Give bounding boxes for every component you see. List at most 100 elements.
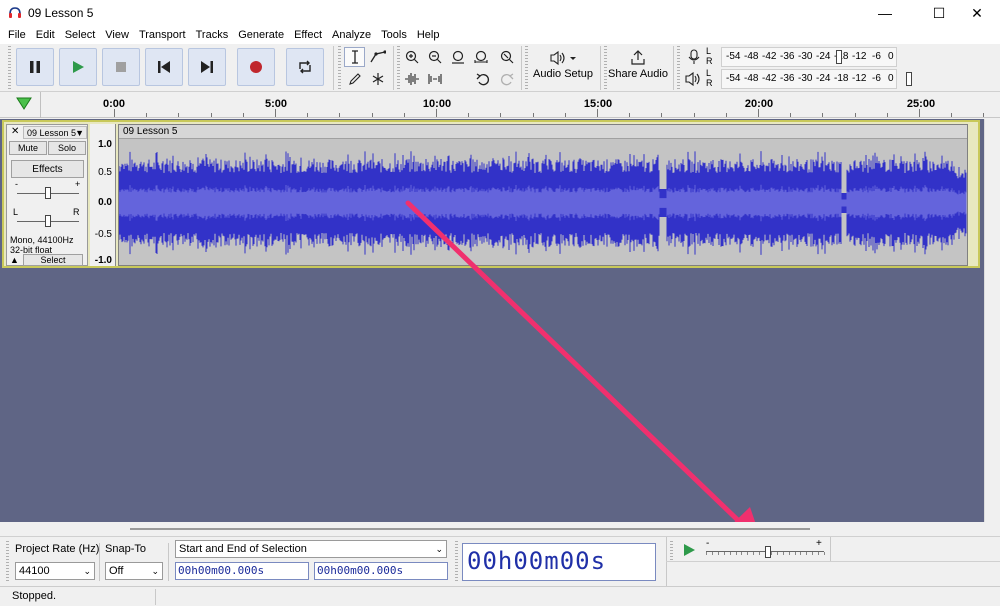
menu-tracks[interactable]: Tracks: [191, 26, 234, 44]
meter-tick: -30: [798, 51, 813, 62]
fit-project-button[interactable]: [470, 47, 491, 67]
skip-to-end-button[interactable]: [188, 48, 226, 86]
silence-audio-button[interactable]: [424, 69, 445, 89]
zoom-out-button[interactable]: [424, 47, 445, 67]
meter-tick: -36: [780, 51, 795, 62]
skip-to-start-button[interactable]: [145, 48, 183, 86]
envelope-tool-button[interactable]: [367, 47, 388, 67]
draw-tool-button[interactable]: [344, 69, 365, 89]
loop-button[interactable]: [286, 48, 324, 86]
redo-button[interactable]: [496, 69, 517, 89]
close-icon: ✕: [971, 4, 983, 21]
vertical-scrollbar[interactable]: [984, 119, 1000, 522]
timeline-tick: [661, 113, 663, 117]
tools-grip[interactable]: [338, 46, 341, 90]
meter-tick: 0: [888, 73, 894, 84]
pause-button[interactable]: [16, 48, 54, 86]
pin-head-icon[interactable]: [16, 97, 32, 111]
play-at-speed-button[interactable]: [678, 540, 700, 560]
speed-tick: [717, 552, 719, 555]
minimize-button[interactable]: —: [862, 0, 908, 26]
snap-to-value: Off: [109, 565, 124, 577]
tracks-area[interactable]: ✕ 09 Lesson 5 ▼ Mute Solo Effects - + L …: [0, 119, 984, 545]
play-at-speed-grip[interactable]: [670, 541, 673, 561]
record-button[interactable]: [237, 48, 275, 86]
play-button[interactable]: [59, 48, 97, 86]
timeline-ruler[interactable]: 0:00 5:00 10:00 15:00 20:00 25:00: [0, 92, 1000, 118]
menu-tools[interactable]: Tools: [376, 26, 412, 44]
i-beam-icon: [351, 50, 358, 64]
horizontal-scroll-thumb[interactable]: [130, 528, 810, 530]
menu-transport[interactable]: Transport: [134, 26, 191, 44]
share-audio-grip[interactable]: [604, 46, 607, 90]
loop-icon: [299, 60, 311, 74]
project-rate-value: 44100: [19, 565, 50, 577]
timeline-tick: [725, 113, 727, 117]
play-icon: [73, 61, 84, 73]
audio-position-display[interactable]: 00h00m00s: [462, 543, 656, 581]
zoom-in-button[interactable]: [401, 47, 422, 67]
skip-to-start-icon: [158, 61, 170, 73]
meter-tick: -54: [726, 73, 741, 84]
menu-effect[interactable]: Effect: [289, 26, 327, 44]
menu-view[interactable]: View: [100, 26, 134, 44]
selection-tool-button[interactable]: [344, 47, 365, 67]
share-audio-button[interactable]: Share Audio: [608, 50, 668, 80]
horizontal-scrollbar[interactable]: [0, 522, 1000, 536]
stop-button[interactable]: [102, 48, 140, 86]
audio-setup-grip[interactable]: [525, 46, 528, 90]
timeline-tick: [629, 113, 631, 117]
menu-select[interactable]: Select: [60, 26, 101, 44]
speed-tick: [782, 552, 784, 555]
selection-divider: [666, 537, 667, 587]
zoom-toggle-button[interactable]: [496, 47, 517, 67]
meter-grip[interactable]: [677, 46, 680, 90]
project-rate-select[interactable]: 44100 ⌄: [15, 562, 95, 580]
toolbar-grip[interactable]: [8, 46, 11, 90]
stop-icon: [116, 62, 126, 72]
record-meter[interactable]: L R -54 -48 -42 -36 -30 -24 -18 -12 -6 0: [683, 46, 917, 67]
timeline-tick: [242, 113, 244, 117]
snap-to-select[interactable]: Off ⌄: [105, 562, 163, 580]
speed-tick: [806, 552, 808, 555]
audio-setup-button[interactable]: Audio Setup: [532, 50, 594, 80]
status-divider: [155, 589, 156, 605]
selection-mode-select[interactable]: Start and End of Selection ⌄: [175, 540, 447, 558]
playback-meter-scale[interactable]: -54 -48 -42 -36 -30 -24 -18 -12 -6 0: [721, 69, 912, 89]
menu-generate[interactable]: Generate: [233, 26, 289, 44]
record-gain-slider-handle[interactable]: [836, 50, 842, 64]
toolbar: Audio Setup Share Audio L R -54 -48 -42 …: [0, 44, 1000, 92]
menu-analyze[interactable]: Analyze: [327, 26, 376, 44]
playback-gain-slider-handle[interactable]: [906, 72, 912, 86]
play-icon: [684, 544, 695, 556]
record-meter-scale[interactable]: -54 -48 -42 -36 -30 -24 -18 -12 -6 0: [721, 47, 897, 67]
edit-grip[interactable]: [397, 46, 400, 90]
selection-start-time[interactable]: 00h00m00.000s: [175, 562, 309, 580]
trim-audio-button[interactable]: [401, 69, 422, 89]
pause-icon: [30, 61, 40, 73]
timeline-label: 25:00: [906, 98, 936, 110]
playback-meter[interactable]: L R -54 -48 -42 -36 -30 -24 -18 -12 -6 0: [683, 68, 917, 89]
speed-tick: [711, 552, 713, 555]
selection-end-time[interactable]: 00h00m00.000s: [314, 562, 448, 580]
menu-edit[interactable]: Edit: [31, 26, 60, 44]
speed-slider-handle[interactable]: [765, 546, 771, 558]
time-grip[interactable]: [455, 541, 458, 583]
record-channel-l: L: [706, 46, 712, 56]
speed-tick: [723, 552, 725, 555]
selection-divider: [830, 537, 831, 561]
multi-tool-button[interactable]: [367, 69, 388, 89]
fit-selection-button[interactable]: [447, 47, 468, 67]
meter-tick: -42: [762, 73, 777, 84]
selection-grip[interactable]: [6, 541, 9, 583]
maximize-icon: ☐: [932, 4, 946, 21]
menu-help[interactable]: Help: [412, 26, 445, 44]
close-button[interactable]: ✕: [954, 0, 1000, 26]
timeline-tick: [468, 113, 470, 117]
meter-tick: -24: [816, 51, 831, 62]
meter-tick: -48: [744, 51, 759, 62]
menu-file[interactable]: File: [3, 26, 31, 44]
speed-minus-label: -: [706, 538, 710, 549]
undo-button[interactable]: [472, 69, 493, 89]
window-title: 09 Lesson 5: [28, 6, 94, 20]
